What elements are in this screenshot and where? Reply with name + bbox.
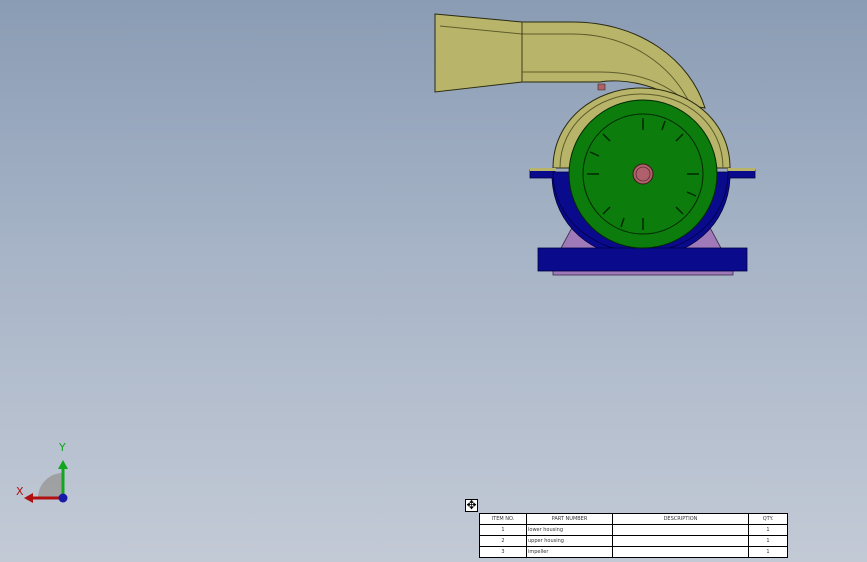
table-row[interactable]: 2 upper housing 1	[479, 535, 788, 547]
cell-description	[612, 524, 749, 536]
cell-part-number: upper housing	[526, 535, 613, 547]
table-row[interactable]: 3 impeller 1	[479, 546, 788, 558]
cell-description	[612, 535, 749, 547]
header-qty: QTY.	[748, 513, 788, 525]
y-axis-label: Y	[59, 441, 66, 454]
cell-qty: 1	[748, 524, 788, 536]
impeller-part[interactable]	[568, 99, 718, 249]
x-axis-label: X	[16, 485, 24, 498]
graphics-viewport[interactable]: Y X ✥ ITEM NO. PART NUMBER DESCRIPTION Q…	[0, 0, 867, 562]
header-description: DESCRIPTION	[612, 513, 749, 525]
table-header-row: ITEM NO. PART NUMBER DESCRIPTION QTY.	[479, 513, 788, 525]
bill-of-materials-table[interactable]: ITEM NO. PART NUMBER DESCRIPTION QTY. 1 …	[479, 513, 788, 558]
move-handle-icon[interactable]: ✥	[465, 499, 478, 512]
cell-item-no: 3	[479, 546, 527, 558]
cell-item-no: 1	[479, 524, 527, 536]
cell-qty: 1	[748, 535, 788, 547]
blower-assembly-model[interactable]	[0, 0, 867, 562]
cell-part-number: impeller	[526, 546, 613, 558]
header-part-number: PART NUMBER	[526, 513, 613, 525]
reference-triad: Y X	[10, 440, 80, 510]
cell-description	[612, 546, 749, 558]
header-item-no: ITEM NO.	[479, 513, 527, 525]
triad-graphic	[24, 460, 68, 503]
cell-item-no: 2	[479, 535, 527, 547]
table-row[interactable]: 1 lower housing 1	[479, 524, 788, 536]
cell-part-number: lower housing	[526, 524, 613, 536]
cell-qty: 1	[748, 546, 788, 558]
